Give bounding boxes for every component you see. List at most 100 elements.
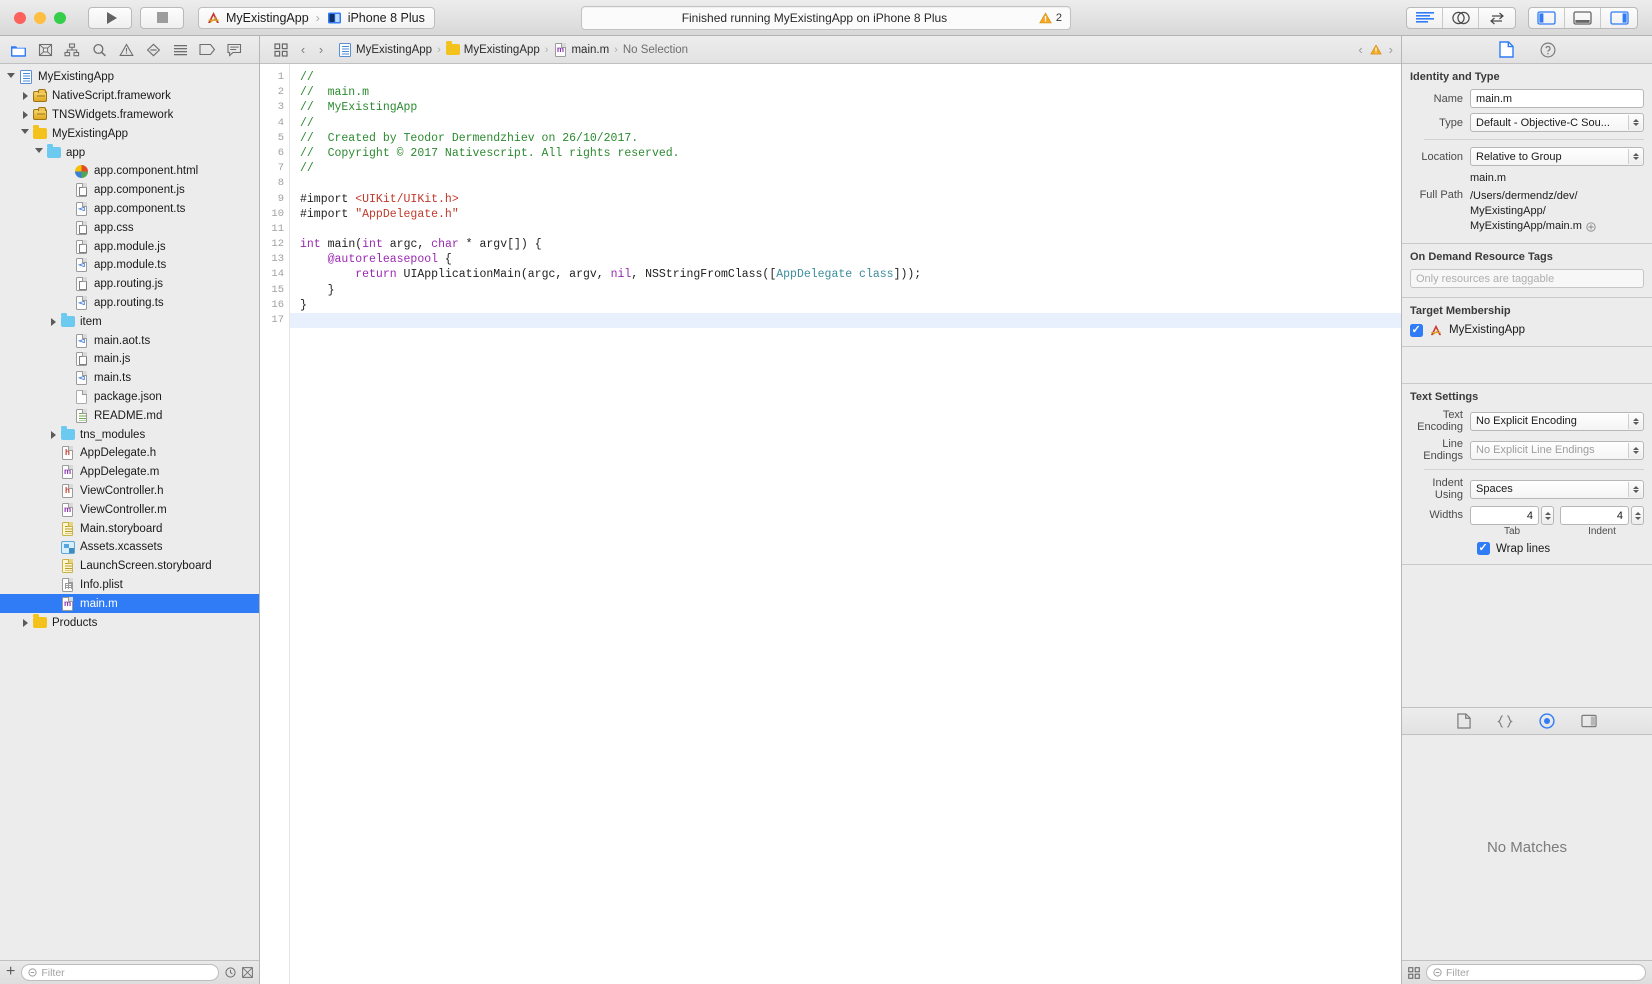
breadcrumb-item[interactable]: m main.m [553,42,609,57]
tree-row[interactable]: Assets.xcassets [0,538,259,557]
name-field[interactable]: main.m [1470,89,1644,108]
code-line[interactable]: // main.m [300,85,1401,100]
disclosure-triangle-open[interactable] [18,129,32,138]
tab-width-stepper[interactable] [1541,506,1554,525]
disclosure-triangle-closed[interactable] [18,618,32,627]
code-line[interactable]: } [300,283,1401,298]
text-encoding-popup[interactable]: No Explicit Encoding [1470,411,1644,431]
type-popup[interactable]: Default - Objective-C Sou... [1470,113,1644,132]
disclosure-triangle-open[interactable] [4,72,18,82]
code-line[interactable] [300,222,1401,237]
tree-row[interactable]: MyExistingApp [0,124,259,143]
reveal-in-finder-icon[interactable] [1586,221,1596,232]
tree-row[interactable]: m AppDelegate.m [0,463,259,482]
odr-field[interactable]: Only resources are taggable [1410,269,1644,288]
toggle-utilities-button[interactable] [1601,8,1637,28]
tree-row[interactable]: ◅ app.component.ts [0,200,259,219]
tree-row[interactable]: ◅ app.module.ts [0,256,259,275]
tree-row[interactable]: Main.storyboard [0,519,259,538]
tree-row[interactable]: h ViewController.h [0,482,259,501]
next-issue-button[interactable]: › [1389,42,1393,57]
indent-width-stepper[interactable] [1631,506,1644,525]
code-line[interactable]: // [300,70,1401,85]
related-items-icon[interactable] [268,42,294,57]
disclosure-triangle-closed[interactable] [18,92,32,101]
code-line[interactable]: } [300,298,1401,313]
location-popup[interactable]: Relative to Group [1470,147,1644,166]
recent-files-icon[interactable] [225,967,236,978]
code-line[interactable]: // [300,116,1401,131]
code-line[interactable] [290,313,1401,329]
tab-width-field[interactable]: 4 [1470,506,1539,525]
wrap-lines-checkbox[interactable] [1477,541,1490,555]
breadcrumb[interactable]: MyExistingApp › MyExistingApp › m main.m › No S… [338,41,688,57]
breadcrumb-item[interactable]: No Selection [623,44,688,56]
source-control-navigator-tab[interactable] [33,39,57,61]
tree-row[interactable]: app [0,143,259,162]
stop-button[interactable] [140,6,184,29]
tree-row[interactable]: README.md [0,406,259,425]
tree-row[interactable]: m main.m [0,594,259,614]
close-button[interactable] [14,11,26,24]
project-file-tree[interactable]: MyExistingApp NativeScript.framework TNSWi… [0,64,259,960]
code-line[interactable]: #import "AppDelegate.h" [300,207,1401,222]
breadcrumb-item[interactable]: MyExistingApp [338,42,432,57]
issue-navigator-tab[interactable] [114,39,138,61]
tree-row[interactable]: app.css [0,218,259,237]
disclosure-triangle-open[interactable] [32,148,46,157]
wrap-lines-row[interactable]: Wrap lines [1477,541,1644,555]
zoom-button[interactable] [54,11,66,24]
object-library-tab[interactable] [1539,713,1555,729]
toggle-navigator-button[interactable] [1529,7,1565,28]
scheme-selector[interactable]: MyExistingApp › iPhone 8 Plus [198,6,435,29]
grid-view-icon[interactable] [1408,966,1420,979]
tree-row[interactable]: ◅ main.ts [0,369,259,388]
tree-row[interactable]: ◅ app.routing.ts [0,294,259,313]
run-button[interactable] [88,6,132,29]
quick-help-inspector-tab[interactable] [1539,41,1556,58]
navigate-forward-button[interactable]: › [312,42,330,57]
code-line[interactable]: return UIApplicationMain(argc, argv, nil… [300,267,1401,282]
tree-row[interactable]: app.routing.js [0,275,259,294]
tree-row[interactable]: app.module.js [0,237,259,256]
disclosure-triangle-closed[interactable] [46,317,60,326]
previous-issue-button[interactable]: ‹ [1358,42,1362,57]
activity-status-bar[interactable]: Finished running MyExistingApp on iPhone… [581,5,1071,30]
media-library-tab[interactable] [1581,714,1597,728]
warning-indicator[interactable]: 2 [1039,12,1062,24]
target-membership-row[interactable]: MyExistingApp [1410,323,1644,337]
symbol-navigator-tab[interactable] [60,39,84,61]
breakpoint-navigator-tab[interactable] [195,39,219,61]
navigate-back-button[interactable]: ‹ [294,42,312,57]
source-control-filter-icon[interactable] [242,967,253,978]
code-content[interactable]: //// main.m// MyExistingApp//// Created … [290,64,1401,984]
tree-row[interactable]: app.component.js [0,181,259,200]
disclosure-triangle-closed[interactable] [46,430,60,439]
code-line[interactable]: // Created by Teodor Dermendzhiev on 26/… [300,131,1401,146]
indent-width-field[interactable]: 4 [1560,506,1629,525]
add-file-button[interactable]: + [6,963,15,982]
assistant-editor-button[interactable] [1443,7,1479,28]
tree-row[interactable]: h AppDelegate.h [0,444,259,463]
target-checkbox[interactable] [1410,323,1423,337]
version-editor-button[interactable] [1479,8,1515,28]
library-filter-input[interactable]: Filter [1426,964,1646,981]
standard-editor-button[interactable] [1407,7,1443,28]
file-template-library-tab[interactable] [1457,713,1471,729]
minimize-button[interactable] [34,11,46,24]
tree-row[interactable]: Products [0,613,259,632]
code-line[interactable]: // [300,161,1401,176]
issue-warning-icon[interactable] [1369,44,1382,55]
tree-row[interactable]: Info.plist [0,576,259,595]
file-inspector-tab[interactable] [1498,41,1514,58]
toggle-debug-area-button[interactable] [1565,7,1601,28]
report-navigator-tab[interactable] [222,39,246,61]
find-navigator-tab[interactable] [87,39,111,61]
disclosure-triangle-closed[interactable] [18,110,32,119]
tree-row[interactable]: MyExistingApp [0,68,259,87]
navigator-filter-input[interactable]: Filter [21,964,219,981]
breadcrumb-item[interactable]: MyExistingApp [445,41,540,57]
indent-using-popup[interactable]: Spaces [1470,479,1644,499]
code-line[interactable]: #import <UIKit/UIKit.h> [300,192,1401,207]
tree-row[interactable]: ◅ main.aot.ts [0,331,259,350]
